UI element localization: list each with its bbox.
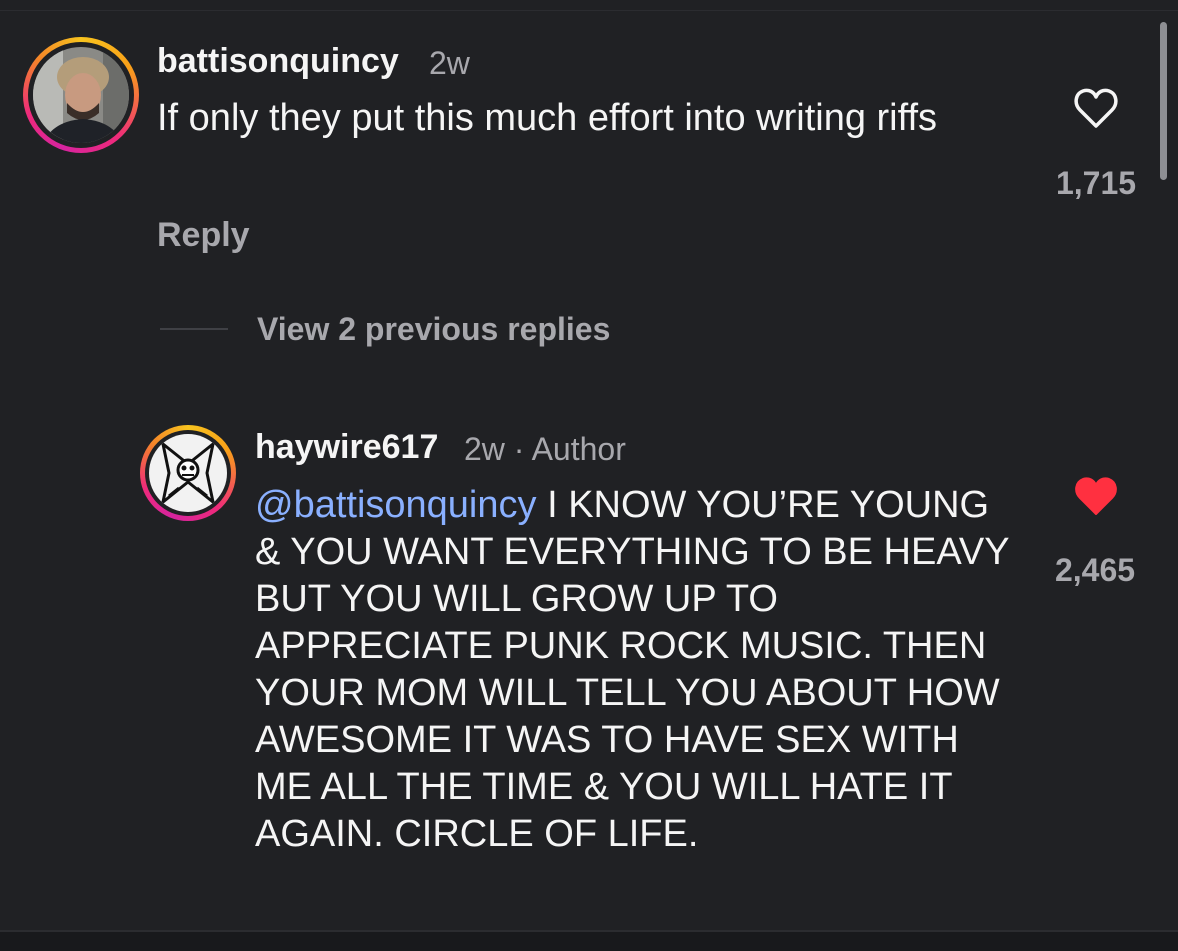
reply-text: @battisonquincy I KNOW YOU’RE YOUNG & YO… xyxy=(255,482,1015,858)
replies-divider xyxy=(160,328,228,330)
reply-body: I KNOW YOU’RE YOUNG & YOU WANT EVERYTHIN… xyxy=(255,484,1009,855)
like-count: 1,715 xyxy=(1055,165,1137,201)
like-count: 2,465 xyxy=(1054,552,1136,588)
reply-timestamp: 2w xyxy=(464,431,505,467)
avatar-story-ring[interactable] xyxy=(23,37,139,153)
top-divider xyxy=(0,10,1178,11)
heart-outline-icon[interactable] xyxy=(1072,86,1120,130)
avatar xyxy=(149,434,227,512)
skeleton-cartoon-avatar-icon xyxy=(149,434,227,512)
bottom-bar xyxy=(0,932,1178,951)
reply-username[interactable]: haywire617 xyxy=(255,428,438,467)
comment-text: If only they put this much effort into w… xyxy=(157,97,938,139)
reply-meta: 2w · Author xyxy=(464,431,626,468)
heart-filled-icon[interactable] xyxy=(1072,474,1120,518)
mention-link[interactable]: @battisonquincy xyxy=(255,484,537,526)
reply-button[interactable]: Reply xyxy=(157,216,250,255)
comment-username[interactable]: battisonquincy xyxy=(157,42,399,81)
view-previous-replies-button[interactable]: View 2 previous replies xyxy=(257,311,610,348)
avatar xyxy=(33,47,129,143)
comment-timestamp: 2w xyxy=(429,45,470,81)
avatar-story-ring[interactable] xyxy=(140,425,236,521)
comments-screen: battisonquincy 2w If only they put this … xyxy=(0,0,1178,951)
scrollbar[interactable] xyxy=(1160,22,1167,180)
avatar-photo-icon xyxy=(33,47,129,143)
meta-separator: · xyxy=(513,431,525,467)
author-badge: Author xyxy=(531,431,626,467)
